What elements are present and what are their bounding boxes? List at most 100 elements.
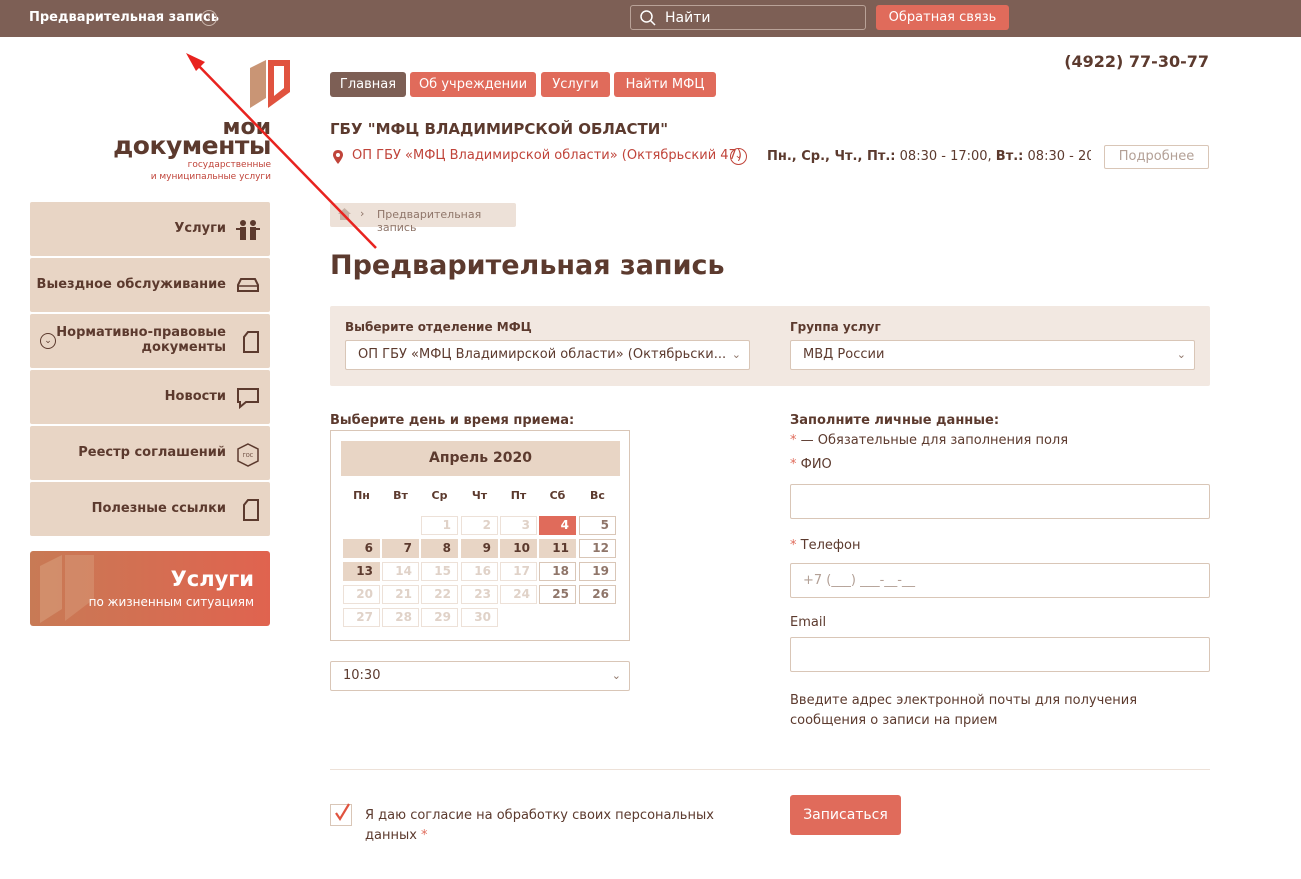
sidebar-item-agreements[interactable]: Реестр соглашений ГОС — [30, 426, 270, 480]
calendar-day[interactable]: 26 — [579, 585, 616, 604]
breadcrumb: › Предварительная запись — [330, 203, 516, 234]
chevron-down-icon[interactable]: ⌄ — [40, 333, 56, 349]
calendar-day[interactable]: 8 — [421, 539, 458, 558]
fio-label-text: ФИО — [800, 457, 832, 472]
banner-subtitle: по жизненным ситуациям — [88, 595, 254, 609]
calendar-weekday: Вс — [590, 489, 605, 502]
calendar-day[interactable]: 13 — [343, 562, 380, 581]
chat-icon — [237, 388, 259, 409]
office-value: ОП ГБУ «МФЦ Владимирской области» (Октяб… — [358, 347, 727, 362]
chevron-down-icon: ⌄ — [1176, 348, 1186, 361]
calendar-day[interactable]: 18 — [539, 562, 576, 581]
calendar-day[interactable]: 9 — [461, 539, 498, 558]
calendar-weekday: Ср — [431, 489, 448, 502]
group-label: Группа услуг — [790, 320, 881, 334]
working-hours: Пн., Ср., Чт., Пт.: 08:30 - 17:00, Вт.: … — [767, 149, 1091, 164]
calendar-day[interactable]: 10 — [500, 539, 537, 558]
phone-label-text: Телефон — [800, 538, 861, 553]
sidebar-item-legal-docs[interactable]: ⌄ Нормативно-правовые документы — [30, 314, 270, 368]
office-select[interactable]: ОП ГБУ «МФЦ Владимирской области» (Октяб… — [345, 340, 750, 370]
tab-services[interactable]: Услуги — [541, 72, 610, 97]
fio-field[interactable] — [790, 484, 1210, 519]
sidebar-item-services[interactable]: Услуги — [30, 202, 270, 256]
time-select[interactable]: 10:30 ⌄ — [330, 661, 630, 691]
location-pin-icon — [333, 150, 343, 164]
calendar-day[interactable]: 5 — [579, 516, 616, 535]
calendar-day[interactable]: 25 — [539, 585, 576, 604]
svg-text:ГОС: ГОС — [243, 453, 254, 459]
topbar-title: Предварительная запись — [29, 10, 219, 25]
calendar-day: 1 — [421, 516, 458, 535]
calendar-day[interactable]: 12 — [579, 539, 616, 558]
calendar: Апрель 2020 Пн Вт Ср Чт Пт Сб Вс 1 2 3 4 5 6 7 8 9 10 11 1… — [330, 430, 630, 641]
search-input[interactable]: Найти — [630, 5, 866, 30]
calendar-day[interactable]: 6 — [343, 539, 380, 558]
required-note: * — Обязательные для заполнения поля — [790, 433, 1068, 448]
form-title: Заполните личные данные: — [790, 413, 1000, 428]
office-label: Выберите отделение МФЦ — [345, 320, 532, 334]
branch-name[interactable]: ОП ГБУ «МФЦ Владимирской области» (Октяб… — [352, 148, 742, 163]
sidebar-item-mobile-service[interactable]: Выездное обслуживание — [30, 258, 270, 312]
calendar-day[interactable]: 7 — [382, 539, 419, 558]
breadcrumb-current: Предварительная запись — [377, 208, 482, 234]
calendar-day: 29 — [421, 608, 458, 627]
calendar-day[interactable]: 11 — [539, 539, 576, 558]
submit-button[interactable]: Записаться — [790, 795, 901, 835]
life-situations-banner[interactable]: Услуги по жизненным ситуациям — [30, 551, 270, 626]
sidebar-item-label: Полезные ссылки — [91, 501, 226, 516]
calendar-day: 28 — [382, 608, 419, 627]
sidebar-item-label: Услуги — [174, 221, 226, 236]
chevron-down-icon: ⌄ — [611, 669, 621, 682]
service-group-select[interactable]: МВД России ⌄ — [790, 340, 1195, 370]
email-label: Email — [790, 615, 827, 630]
chevron-right-icon: › — [360, 207, 365, 220]
calendar-day: 20 — [343, 585, 380, 604]
phone-field[interactable]: +7 (___) ___-__-__ — [790, 563, 1210, 598]
home-icon[interactable] — [338, 208, 351, 220]
calendar-day: 3 — [500, 516, 537, 535]
time-value: 10:30 — [343, 668, 381, 683]
search-icon — [640, 10, 656, 26]
calendar-month[interactable]: Апрель 2020 — [341, 441, 620, 476]
checkmark-icon — [335, 803, 350, 822]
fio-label: * ФИО — [790, 457, 832, 472]
email-field[interactable] — [790, 637, 1210, 672]
calendar-weekday: Пт — [510, 489, 527, 502]
calendar-day: 17 — [500, 562, 537, 581]
sidebar-item-label: Новости — [164, 389, 226, 404]
calendar-day: 21 — [382, 585, 419, 604]
people-icon — [236, 220, 260, 240]
chevron-down-icon[interactable]: ⌄ — [730, 148, 747, 165]
calendar-weekday: Пн — [353, 489, 370, 502]
calendar-day: 14 — [382, 562, 419, 581]
tab-home[interactable]: Главная — [330, 72, 406, 97]
sidebar-item-news[interactable]: Новости — [30, 370, 270, 424]
sidebar-item-useful-links[interactable]: Полезные ссылки — [30, 482, 270, 536]
hours-time-1: 08:30 - 17:00, — [895, 149, 996, 164]
calendar-day[interactable]: 19 — [579, 562, 616, 581]
chevron-down-icon: ⌄ — [731, 348, 741, 361]
top-bar: Предварительная запись › Найти Обратная … — [0, 0, 1301, 37]
logo-emblem-icon — [250, 60, 290, 108]
logo[interactable]: мои документы государственные и муниципа… — [100, 55, 290, 185]
consent-checkbox[interactable] — [330, 803, 352, 826]
calendar-day-selected[interactable]: 4 — [539, 516, 576, 535]
sidebar-item-label: Выездное обслуживание — [36, 277, 226, 292]
document-icon — [243, 499, 259, 521]
calendar-day: 2 — [461, 516, 498, 535]
calendar-day: 27 — [343, 608, 380, 627]
calendar-label: Выберите день и время приема: — [330, 413, 575, 428]
tab-find-mfc[interactable]: Найти МФЦ — [614, 72, 716, 97]
phone-placeholder: +7 (___) ___-__-__ — [803, 573, 915, 588]
calendar-weekday: Сб — [549, 489, 566, 502]
calendar-day: 23 — [461, 585, 498, 604]
calendar-day: 16 — [461, 562, 498, 581]
chevron-right-icon[interactable]: › — [201, 10, 217, 26]
phone-number[interactable]: (4922) 77-30-77 — [1064, 52, 1209, 71]
calendar-weekday: Чт — [471, 489, 488, 502]
hours-days-2: Вт.: — [995, 149, 1024, 164]
divider — [330, 769, 1210, 770]
feedback-button[interactable]: Обратная связь — [876, 5, 1009, 30]
tab-about[interactable]: Об учреждении — [410, 72, 536, 97]
more-button[interactable]: Подробнее — [1104, 145, 1209, 169]
